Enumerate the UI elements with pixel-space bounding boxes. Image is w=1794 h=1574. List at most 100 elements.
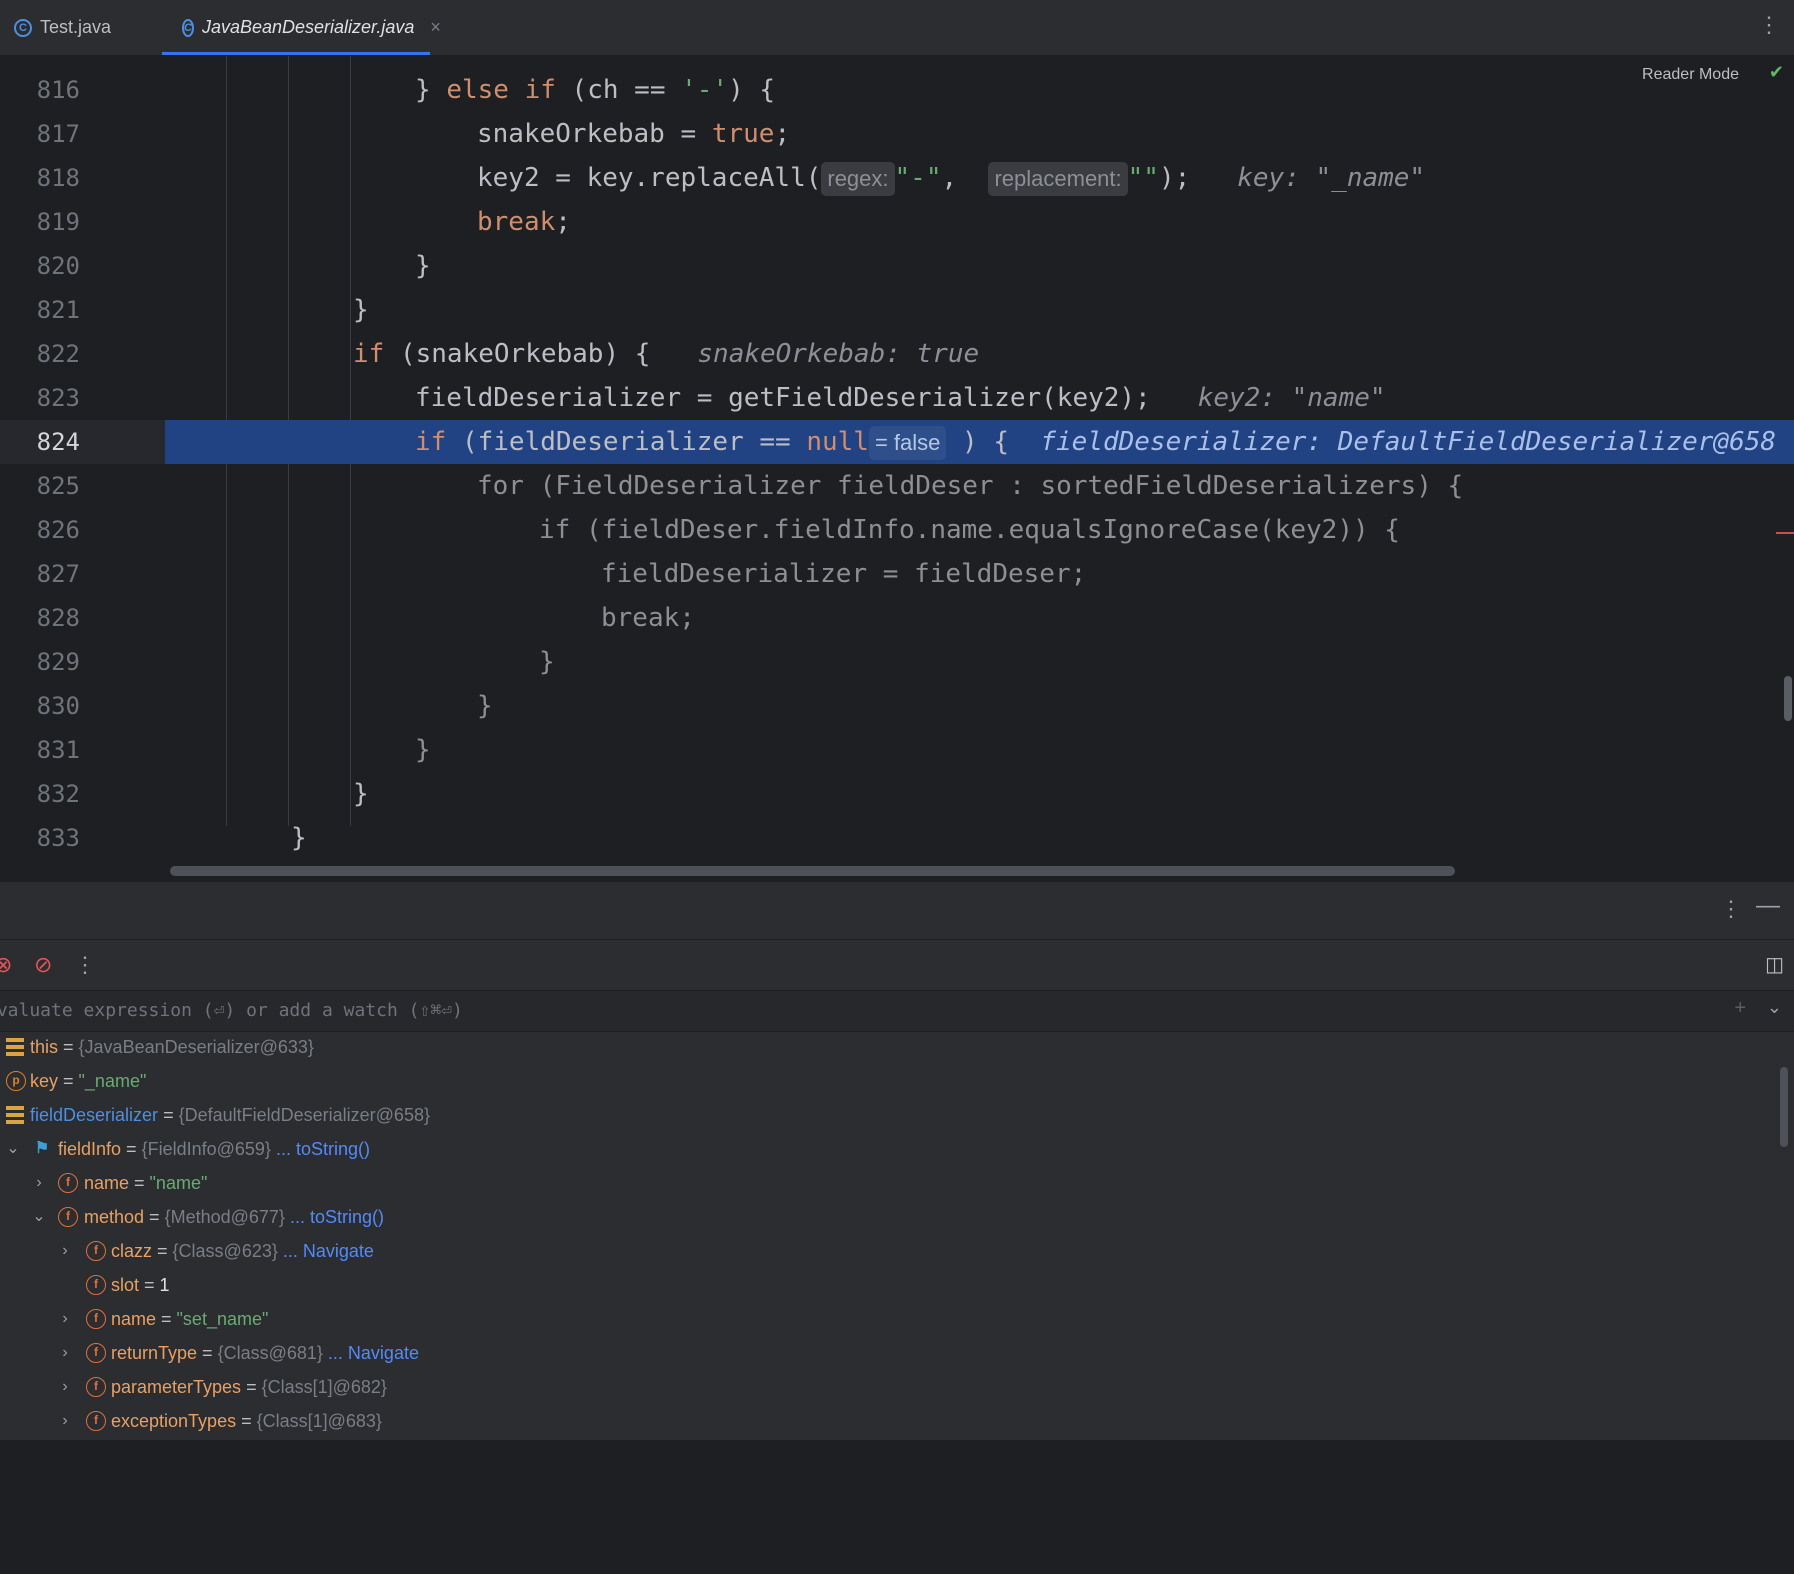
history-dropdown-icon[interactable]: ⌄ <box>1767 997 1782 1018</box>
variable-row[interactable]: › f returnType = {Class@681} ... Navigat… <box>0 1336 419 1370</box>
watch-flag-icon: ⚑ <box>34 1140 50 1157</box>
field-icon: f <box>86 1241 106 1261</box>
code-line: 816 } else if (ch == '-') { <box>0 68 1794 112</box>
evaluate-placeholder: Evaluate expression (⏎) or add a watch (… <box>0 1000 463 1021</box>
field-icon: f <box>58 1207 78 1227</box>
code-text: break; <box>601 603 695 633</box>
variable-row[interactable]: this = {JavaBeanDeserializer@633} <box>0 1030 314 1064</box>
field-icon: f <box>86 1411 106 1431</box>
chevron-right-icon[interactable]: › <box>58 1404 72 1438</box>
variable-row[interactable]: ⌄ f method = {Method@677} ... toString() <box>0 1200 384 1234</box>
code-line: 823 fieldDeserializer = getFieldDeserial… <box>0 376 1794 420</box>
line-number: 817 <box>36 120 80 148</box>
variable-row[interactable]: › f clazz = {Class@623} ... Navigate <box>0 1234 374 1268</box>
variable-row[interactable]: ⌄ ⚑ fieldInfo = {FieldInfo@659} ... toSt… <box>0 1132 370 1166</box>
line-number: 825 <box>36 472 80 500</box>
code-line: 819 break; <box>0 200 1794 244</box>
chevron-right-icon[interactable]: › <box>58 1234 72 1268</box>
line-number: 821 <box>36 296 80 324</box>
code-text: break; <box>477 207 571 237</box>
field-icon: f <box>86 1275 106 1295</box>
add-watch-icon[interactable]: + <box>1734 997 1746 1020</box>
code-text: } else if (ch == '-') { <box>415 75 776 105</box>
parameter-icon: p <box>6 1071 26 1091</box>
variable-row[interactable]: › f exceptionTypes = {Class[1]@683} <box>0 1404 382 1438</box>
code-text: } <box>539 647 555 677</box>
object-icon <box>6 1106 24 1124</box>
toolbar-more-icon[interactable]: ⋮ <box>74 952 96 978</box>
java-class-icon: C <box>182 18 194 37</box>
code-line: 830 } <box>0 684 1794 728</box>
code-line: 822 if (snakeOrkebab) { snakeOrkebab: tr… <box>0 332 1794 376</box>
code-line: 831 } <box>0 728 1794 772</box>
object-icon <box>6 1038 24 1056</box>
chevron-right-icon[interactable]: › <box>58 1370 72 1404</box>
view-breakpoints-icon[interactable]: ⊗ <box>0 952 12 978</box>
tab-options-icon[interactable]: ⋮ <box>1758 12 1780 38</box>
line-number: 833 <box>36 824 80 852</box>
error-stripe-marker[interactable] <box>1776 532 1794 534</box>
code-line: 826 if (fieldDeser.fieldInfo.name.equals… <box>0 508 1794 552</box>
code-line: 820 } <box>0 244 1794 288</box>
code-text: } <box>291 823 307 853</box>
navigate-link[interactable]: ... Navigate <box>283 1241 374 1261</box>
line-number: 816 <box>36 76 80 104</box>
variable-row[interactable]: › f parameterTypes = {Class[1]@682} <box>0 1370 387 1404</box>
inline-debug-value: snakeOrkebab: true <box>697 339 980 369</box>
code-line: 821 } <box>0 288 1794 332</box>
line-number: 824 <box>36 428 80 456</box>
code-text: } <box>415 735 431 765</box>
inline-debug-value: fieldDeserializer: DefaultFieldDeseriali… <box>1040 427 1777 457</box>
variable-row[interactable]: f slot = 1 <box>0 1268 170 1302</box>
debugger-header: ⋮ — <box>0 882 1794 940</box>
layout-settings-icon[interactable]: ◫ <box>1765 952 1784 977</box>
chevron-right-icon[interactable]: › <box>58 1336 72 1370</box>
code-line: 818 key2 = key.replaceAll(regex: "-", rep… <box>0 156 1794 200</box>
code-text: fieldDeserializer = fieldDeser; <box>601 559 1087 589</box>
variable-row[interactable]: fieldDeserializer = {DefaultFieldDeseria… <box>0 1098 430 1132</box>
code-text: snakeOrkebab = true; <box>477 119 791 149</box>
variables-scrollbar[interactable] <box>1780 1067 1788 1147</box>
line-number: 831 <box>36 736 80 764</box>
navigate-link[interactable]: ... Navigate <box>328 1343 419 1363</box>
code-editor[interactable]: Reader Mode ✔ 816 } else if (ch == '-') … <box>0 56 1794 882</box>
variable-row[interactable]: p key = "_name" <box>0 1064 146 1098</box>
tab-label: JavaBeanDeserializer.java <box>201 17 415 37</box>
line-number: 818 <box>36 164 80 192</box>
tostring-link[interactable]: ... toString() <box>276 1139 370 1159</box>
code-line: 832 } <box>0 772 1794 816</box>
code-text: if (fieldDeserializer == null = false ) {… <box>165 420 1794 464</box>
minimize-icon[interactable]: — <box>1756 892 1780 920</box>
editor-horizontal-scrollbar[interactable] <box>170 866 1455 876</box>
chevron-down-icon[interactable]: ⌄ <box>6 1132 20 1166</box>
line-number: 822 <box>36 340 80 368</box>
more-options-icon[interactable]: ⋮ <box>1720 896 1742 922</box>
java-class-icon: C <box>14 18 32 37</box>
line-number: 832 <box>36 780 80 808</box>
tostring-link[interactable]: ... toString() <box>290 1207 384 1227</box>
chevron-right-icon[interactable]: › <box>32 1166 46 1200</box>
debugger-panel: ⋮ — ⊗ ⊘ ⋮ ◫ Evaluate expression (⏎) or a… <box>0 882 1794 1440</box>
variable-row[interactable]: › f name = "set_name" <box>0 1302 268 1336</box>
code-text: } <box>477 691 493 721</box>
close-tab-icon[interactable]: × <box>430 17 441 38</box>
code-line: 825 for (FieldDeserializer fieldDeser : … <box>0 464 1794 508</box>
code-line: 828 break; <box>0 596 1794 640</box>
editor-vertical-scrollbar[interactable] <box>1784 676 1792 721</box>
inline-debug-value: key2: "name" <box>1197 383 1386 413</box>
tab-test-java[interactable]: C Test.java <box>14 0 111 55</box>
field-icon: f <box>86 1377 106 1397</box>
evaluate-expression-input[interactable]: Evaluate expression (⏎) or add a watch (… <box>0 990 1794 1032</box>
code-text: } <box>353 295 369 325</box>
variable-row[interactable]: › f name = "name" <box>0 1166 207 1200</box>
debugger-toolbar: ⊗ ⊘ ⋮ ◫ <box>0 940 1794 990</box>
chevron-down-icon[interactable]: ⌄ <box>32 1200 46 1234</box>
code-text: fieldDeserializer = getFieldDeserializer… <box>415 383 1386 413</box>
chevron-right-icon[interactable]: › <box>58 1302 72 1336</box>
code-text: for (FieldDeserializer fieldDeser : sort… <box>477 471 1464 501</box>
mute-breakpoints-icon[interactable]: ⊘ <box>34 952 52 978</box>
code-line: 817 snakeOrkebab = true; <box>0 112 1794 156</box>
tab-javabeandeserializer-java[interactable]: C JavaBeanDeserializer.java × <box>162 0 441 55</box>
line-number: 820 <box>36 252 80 280</box>
code-line: 827 fieldDeserializer = fieldDeser; <box>0 552 1794 596</box>
